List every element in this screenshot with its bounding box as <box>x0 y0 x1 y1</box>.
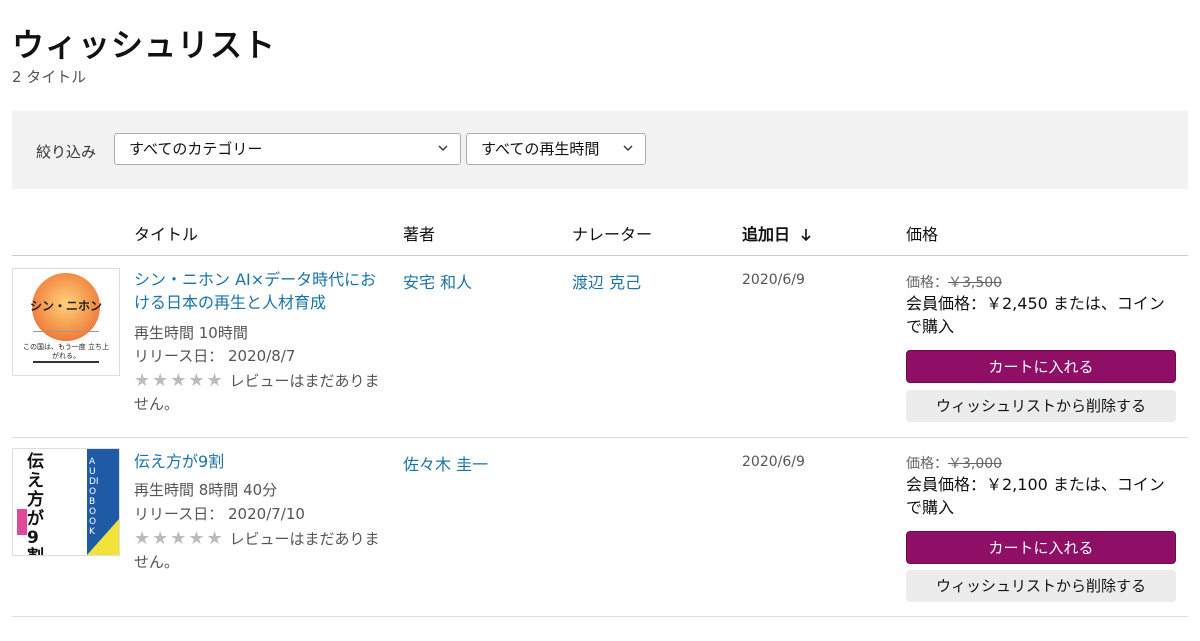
price-label: 価格： <box>906 275 948 291</box>
duration-text: 再生時間 8時間 40分 <box>134 481 278 499</box>
author-link[interactable]: 佐々木 圭一 <box>403 451 488 475</box>
rating: ★★★★★ レビューはまだありません。 <box>134 527 384 574</box>
column-author[interactable]: 著者 <box>403 221 435 245</box>
narrator-link[interactable]: 渡辺 克己 <box>572 269 641 293</box>
book-title-link[interactable]: 伝え方が9割 <box>134 450 384 473</box>
book-title-link[interactable]: シン・ニホン AI×データ時代における日本の再生と人材育成 <box>134 268 384 314</box>
filter-label: 絞り込み <box>36 143 97 161</box>
title-count: 2 タイトル <box>12 68 87 86</box>
chevron-down-icon <box>623 145 633 151</box>
cover-title: 伝え方が9割 <box>27 452 44 556</box>
row-divider <box>12 437 1188 438</box>
original-price: 価格：￥3,000 <box>906 453 1002 473</box>
price-label: 価格： <box>906 456 948 472</box>
arrow-down-icon <box>801 229 811 242</box>
header-divider <box>12 255 1188 256</box>
release-date-text: リリース日： 2020/8/7 <box>134 347 296 365</box>
cover-spine: AUDIO BOOK <box>89 457 99 537</box>
column-added-label: 追加日 <box>742 225 791 244</box>
member-price: 会員価格：￥2,100 または、コインで購入 <box>906 475 1165 517</box>
member-price: 会員価格：￥2,450 または、コインで購入 <box>906 294 1165 336</box>
cover-tagline: この国は、もう一度 立ち上がれる。 <box>23 343 110 360</box>
duration-select[interactable]: すべての再生時間 <box>466 133 646 165</box>
chevron-down-icon <box>438 145 448 151</box>
column-narrator[interactable]: ナレーター <box>572 221 652 245</box>
wishlist-page: ウィッシュリスト 2 タイトル 絞り込み すべてのカテゴリー すべての再生時間 … <box>0 0 1200 641</box>
column-title[interactable]: タイトル <box>134 221 198 245</box>
category-select[interactable]: すべてのカテゴリー <box>114 133 461 165</box>
page-title: ウィッシュリスト <box>12 26 277 64</box>
book-cover[interactable]: シン・ニホン この国は、もう一度 立ち上がれる。 <box>12 268 120 376</box>
release-date-text: リリース日： 2020/7/10 <box>134 505 305 523</box>
add-to-cart-button[interactable]: カートに入れる <box>906 350 1176 383</box>
added-date: 2020/6/9 <box>742 272 805 288</box>
column-added-date[interactable]: 追加日 <box>742 221 812 245</box>
duration-select-value: すべての再生時間 <box>481 140 600 158</box>
cover-title: シン・ニホン <box>29 299 102 313</box>
price-strikethrough: ￥3,500 <box>948 275 1003 291</box>
original-price: 価格：￥3,500 <box>906 272 1002 292</box>
duration-text: 再生時間 10時間 <box>134 324 248 342</box>
price-strikethrough: ￥3,000 <box>948 456 1003 472</box>
rating: ★★★★★ レビューはまだありません。 <box>134 369 384 416</box>
star-icon: ★★★★★ <box>134 370 225 391</box>
remove-from-wishlist-button[interactable]: ウィッシュリストから削除する <box>906 390 1176 422</box>
add-to-cart-button[interactable]: カートに入れる <box>906 531 1176 564</box>
category-select-value: すべてのカテゴリー <box>129 140 263 158</box>
author-link[interactable]: 安宅 和人 <box>403 269 472 293</box>
book-cover[interactable]: 伝え方が9割 AUDIO BOOK <box>12 448 120 556</box>
added-date: 2020/6/9 <box>742 454 805 470</box>
remove-from-wishlist-button[interactable]: ウィッシュリストから削除する <box>906 570 1176 602</box>
star-icon: ★★★★★ <box>134 528 225 549</box>
row-divider <box>12 616 1188 617</box>
column-price[interactable]: 価格 <box>906 221 938 245</box>
filter-bar: 絞り込み すべてのカテゴリー すべての再生時間 <box>12 111 1188 189</box>
